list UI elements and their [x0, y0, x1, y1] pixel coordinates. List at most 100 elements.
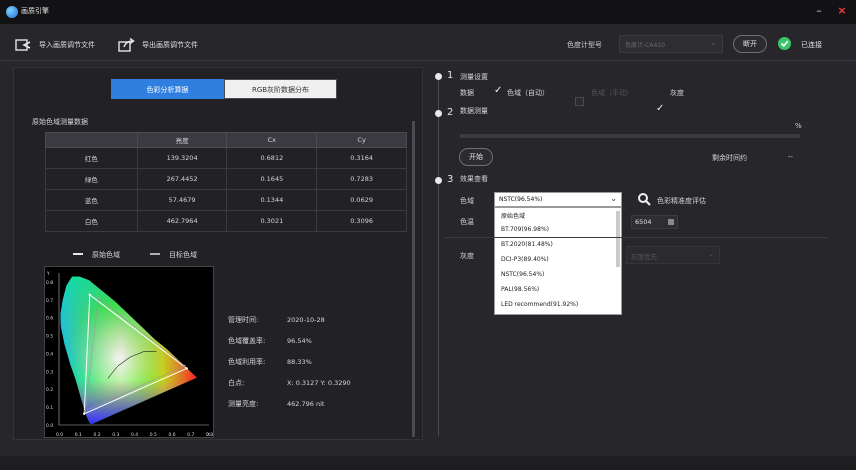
import-button[interactable]: 导入画质调节文件: [15, 37, 95, 53]
data-label: 数据: [460, 89, 474, 97]
y-tick-label: 0.2: [46, 387, 53, 393]
step-title: 效果查看: [460, 175, 488, 183]
gamut-point: [83, 412, 86, 415]
gamut-point: [84, 409, 87, 412]
x-tick-label: 0.4: [131, 432, 138, 438]
progress-bar: [460, 134, 800, 138]
dropdown-scrollbar[interactable]: [616, 211, 620, 267]
table-row: 白色 462.7964 0.3021 0.3096: [45, 210, 407, 232]
tab-rgb-gray[interactable]: RGB灰阶数据分布: [224, 79, 337, 99]
gamut-select[interactable]: NSTC(96.54%) ⌄: [494, 192, 622, 207]
checkbox-gamut-manual[interactable]: [575, 97, 584, 106]
info-value: 88.33%: [287, 358, 312, 366]
table-cell: 0.7283: [316, 168, 407, 190]
x-tick-label: 0.0: [56, 432, 63, 438]
y-axis-label: Y: [46, 271, 50, 277]
step-title: 数据测量: [460, 107, 488, 115]
export-label: 导出画质调节文件: [142, 41, 198, 49]
info-value: 462.796 nit: [287, 400, 325, 408]
minimize-button[interactable]: –: [812, 4, 826, 18]
x-tick-label: 0.5: [150, 432, 157, 438]
info-label: 测量亮度:: [228, 400, 259, 408]
y-tick-label: 0.5: [46, 334, 53, 340]
colortemp-value: 6504: [635, 218, 652, 226]
dropdown-option[interactable]: NSTC(96.54%): [501, 271, 544, 278]
accuracy-eval-label[interactable]: 色彩精准度评估: [657, 196, 706, 206]
gray-label: 灰度: [460, 252, 474, 260]
table-cell: 绿色: [45, 168, 138, 190]
step-number: 3: [447, 174, 454, 185]
table-cell: 139.3204: [136, 147, 228, 169]
step-number: 2: [447, 107, 454, 118]
x-tick-label: 0.1: [75, 432, 82, 438]
meter-model-select[interactable]: 色度计-CA410 ⌄: [619, 35, 723, 53]
y-tick-label: 0.7: [46, 298, 53, 304]
table-row: 红色 139.3204 0.6812 0.3164: [45, 147, 407, 169]
search-icon[interactable]: [637, 192, 651, 206]
app-title: 画质引擎: [21, 7, 49, 15]
info-value: 96.54%: [287, 337, 312, 345]
checkbox-gamut-auto[interactable]: ✓: [494, 85, 503, 97]
table-header: Cx: [226, 132, 318, 148]
legend-original-label: 原始色域: [92, 251, 120, 259]
x-tick-label: 0.3: [112, 432, 119, 438]
step-title: 测量设置: [460, 73, 488, 81]
table-header: Cy: [316, 132, 407, 148]
dropdown-option[interactable]: BT.2020(81.48%): [501, 241, 553, 248]
meter-model-value: 色度计-CA410: [625, 42, 665, 49]
x-tick-label: 0.7: [187, 432, 194, 438]
step-dot: [435, 73, 442, 80]
legend-original-swatch: [73, 253, 83, 255]
export-button[interactable]: 导出画质调节文件: [118, 37, 198, 53]
dropdown-option[interactable]: 原始色域: [501, 211, 525, 220]
section-divider: [444, 237, 828, 238]
y-tick-label: 0.8: [46, 280, 53, 286]
y-tick-label: 0.4: [46, 351, 53, 357]
gamut-point: [183, 364, 186, 368]
info-value: 2020-10-28: [287, 316, 325, 324]
dropdown-option[interactable]: LED recommend(91.92%): [501, 301, 578, 308]
x-tick-label: 0.2: [94, 432, 101, 438]
start-button[interactable]: 开始: [459, 148, 493, 166]
toolbar-divider: [0, 60, 856, 61]
dropdown-option[interactable]: DCI-P3(89.40%): [501, 256, 549, 263]
table-cell: 267.4452: [136, 168, 228, 190]
gamut-point: [185, 367, 188, 370]
gamut-label: 色域: [460, 197, 474, 205]
table-cell: 0.0629: [316, 189, 407, 211]
table-cell: 462.7964: [136, 210, 228, 232]
colortemp-input[interactable]: 6504: [631, 215, 678, 229]
table-cell: 0.6812: [226, 147, 318, 169]
checkbox-label: 灰度: [670, 89, 684, 97]
gamut-dropdown: 原始色域 BT.709(96.98%) BT.2020(81.48%) DCI-…: [494, 207, 622, 315]
remaining-time-label: 剩余时间约: [712, 154, 747, 162]
meter-model-label: 色度计型号: [567, 41, 602, 49]
import-icon: [15, 38, 33, 52]
measure-table: 亮度 Cx Cy 红色 139.3204 0.6812 0.3164 绿色 26…: [45, 132, 407, 232]
cie-chart: 0.0 0.1 0.2 0.3 0.4 0.5 0.6 0.7 0.8 X 0.0 0.1 0.2 0.3…: [44, 266, 214, 438]
dropdown-option[interactable]: BT.709(96.98%): [501, 226, 549, 233]
step-dot: [435, 110, 442, 117]
table-cell: 0.3164: [316, 147, 407, 169]
close-button[interactable]: ×: [835, 4, 849, 18]
tab-color-analysis[interactable]: 色彩分析算据: [111, 79, 224, 99]
table-title: 原始色域测量数据: [32, 118, 88, 126]
checkbox-gray[interactable]: ✓: [656, 103, 665, 115]
x-axis-label: X: [207, 432, 210, 438]
disconnect-button[interactable]: 断开: [733, 35, 767, 53]
legend-target-label: 目标色域: [169, 251, 197, 259]
spin-icon[interactable]: [668, 219, 674, 225]
y-tick-label: 0.0: [46, 423, 53, 429]
panel-scrollbar[interactable]: [412, 121, 415, 437]
gray-select[interactable]: 灰度优先 ⌄: [626, 246, 720, 264]
step-number: 1: [447, 70, 454, 81]
dropdown-option[interactable]: PAL(98.56%): [501, 286, 539, 293]
table-cell: 红色: [45, 147, 138, 169]
table-cell: 白色: [45, 210, 138, 232]
table-cell: 0.1344: [226, 189, 318, 211]
table-cell: 0.3096: [316, 210, 407, 232]
steps-timeline: [438, 80, 439, 436]
chevron-down-icon: ⌄: [708, 250, 714, 258]
table-cell: 0.1645: [226, 168, 318, 190]
gray-select-value: 灰度优先: [631, 253, 657, 261]
